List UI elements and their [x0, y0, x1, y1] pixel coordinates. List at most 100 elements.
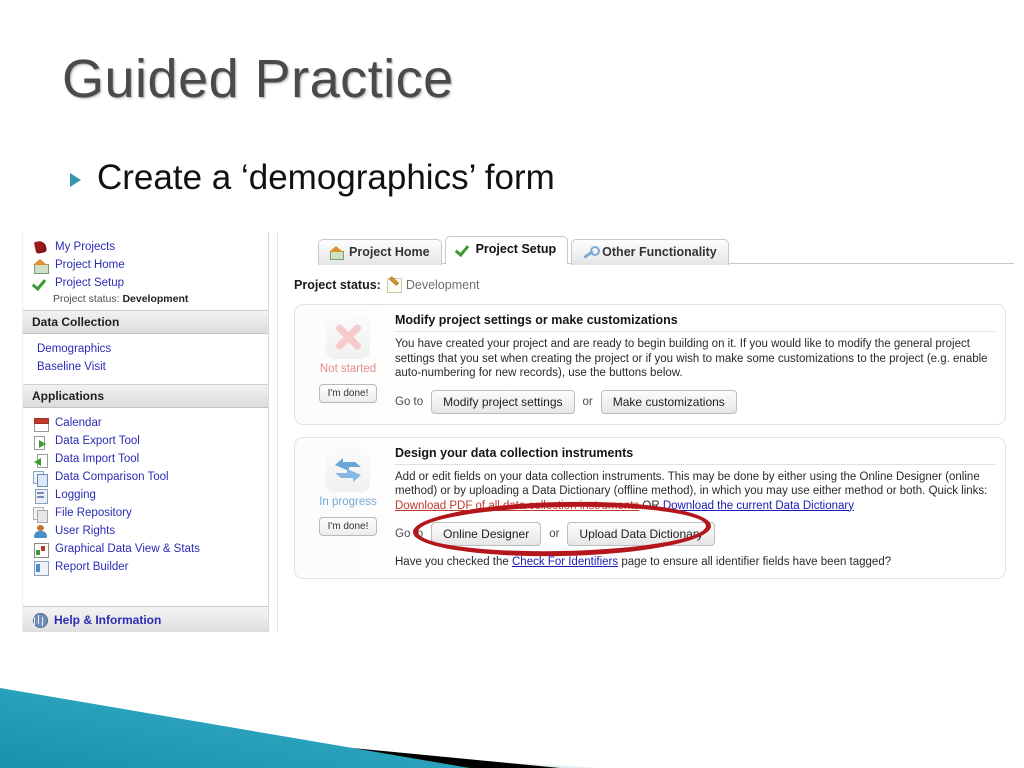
quick-links-label: Quick links:	[928, 485, 988, 497]
tab-project-home[interactable]: Project Home	[318, 239, 442, 265]
slide: Guided Practice Create a ‘demographics’ …	[0, 0, 1024, 768]
tab-other-functionality[interactable]: Other Functionality	[571, 239, 729, 265]
card-title: Modify project settings or make customiz…	[395, 313, 995, 332]
bullet-row: Create a ‘demographics’ form	[70, 158, 555, 198]
sidebar-item-graphical-data-view[interactable]: Graphical Data View & Stats	[23, 540, 268, 558]
sidebar-item-label: Graphical Data View & Stats	[55, 543, 200, 555]
sidebar-header-applications: Applications	[23, 384, 268, 408]
quick-links-or: OR	[642, 499, 660, 512]
wrench-icon	[582, 245, 601, 259]
tab-label: Project Home	[349, 245, 430, 259]
sidebar-item-label: Data Export Tool	[55, 435, 140, 447]
online-designer-button[interactable]: Online Designer	[431, 522, 542, 546]
project-status-value: Development	[405, 277, 480, 292]
sidebar-item-project-home[interactable]: Project Home	[23, 256, 268, 274]
setup-card-design-instruments: In progress I'm done! Design your data c…	[294, 436, 1006, 579]
tab-project-setup[interactable]: Project Setup	[444, 236, 569, 264]
house-icon	[33, 258, 49, 274]
page-title: Guided Practice	[62, 49, 454, 109]
sidebar-item-label: User Rights	[55, 525, 116, 537]
sidebar-group-data-collection: Demographics Baseline Visit	[23, 334, 268, 384]
sidebar-item-label: File Repository	[55, 507, 132, 519]
sidebar-item-help-information[interactable]: Help & Information	[23, 606, 268, 632]
bullet-triangle-icon	[70, 173, 81, 187]
goto-label: Go to	[395, 528, 424, 540]
sidebar: My Projects Project Home Project Setup P…	[22, 232, 269, 632]
green-check-icon	[33, 276, 48, 291]
download-pdf-link[interactable]: Download PDF of all data collection inst…	[395, 500, 639, 512]
project-status-row: Project status: Development	[294, 277, 1014, 293]
sidebar-item-baseline-visit[interactable]: Baseline Visit	[23, 358, 268, 376]
tab-label: Other Functionality	[602, 245, 717, 259]
bookmark-icon	[33, 240, 48, 255]
sidebar-project-status-label: Project status:	[53, 293, 120, 305]
sidebar-item-data-import-tool[interactable]: Data Import Tool	[23, 450, 268, 468]
identifiers-note-pre: Have you checked the	[395, 556, 509, 568]
sidebar-project-status-value: Development	[122, 293, 189, 305]
status-badge: In progress	[319, 495, 377, 508]
sidebar-item-label: Report Builder	[55, 561, 129, 573]
goto-label: Go to	[395, 395, 424, 408]
calendar-icon	[33, 416, 49, 432]
bullet-text: Create a ‘demographics’ form	[97, 158, 555, 197]
bottom-decoration	[0, 688, 600, 768]
user-icon	[33, 524, 48, 539]
sidebar-item-data-export-tool[interactable]: Data Export Tool	[23, 432, 268, 450]
embedded-screenshot: My Projects Project Home Project Setup P…	[22, 232, 1014, 634]
sidebar-item-data-comparison-tool[interactable]: Data Comparison Tool	[23, 468, 268, 487]
sidebar-item-label: Baseline Visit	[37, 361, 106, 373]
card-title: Design your data collection instruments	[395, 446, 995, 465]
sidebar-item-calendar[interactable]: Calendar	[23, 414, 268, 432]
card-action-row: Go to Modify project settings or Make cu…	[395, 389, 995, 414]
sidebar-item-label: Project Setup	[55, 277, 125, 289]
upload-data-dictionary-button[interactable]: Upload Data Dictionary	[567, 522, 715, 546]
sidebar-item-label: Demographics	[37, 343, 112, 355]
green-check-icon	[456, 242, 470, 256]
log-icon	[33, 488, 48, 504]
sidebar-item-user-rights[interactable]: User Rights	[23, 522, 268, 540]
card-status-column: In progress I'm done!	[305, 446, 391, 569]
chart-icon	[33, 542, 49, 558]
sidebar-divider	[270, 232, 278, 632]
grey-pages-icon	[33, 506, 48, 523]
sidebar-item-my-projects[interactable]: My Projects	[23, 238, 268, 256]
house-icon	[329, 245, 344, 260]
sidebar-item-label: Data Comparison Tool	[55, 471, 169, 483]
sidebar-item-logging[interactable]: Logging	[23, 486, 268, 504]
sidebar-project-status: Project status: Development	[23, 292, 268, 310]
im-done-button[interactable]: I'm done!	[318, 384, 378, 403]
sidebar-item-report-builder[interactable]: Report Builder	[23, 558, 268, 576]
help-globe-icon	[32, 612, 48, 628]
sidebar-item-label: Calendar	[55, 417, 102, 429]
download-data-dictionary-link[interactable]: Download the current Data Dictionary	[663, 500, 854, 512]
card-body-line-1: Add or edit fields on your data collecti…	[395, 470, 942, 483]
sidebar-header-data-collection: Data Collection	[23, 310, 268, 334]
tab-label: Project Setup	[475, 242, 557, 256]
card-body-text: You have created your project and are re…	[395, 338, 988, 379]
sidebar-item-label: My Projects	[55, 241, 116, 253]
sidebar-item-label: Data Import Tool	[55, 453, 140, 465]
red-x-icon	[326, 315, 370, 359]
check-for-identifiers-link[interactable]: Check For Identifiers	[512, 556, 618, 568]
setup-card-modify-settings: Not started I'm done! Modify project set…	[294, 304, 1006, 425]
sidebar-item-label: Project Home	[55, 259, 125, 271]
make-customizations-button[interactable]: Make customizations	[600, 389, 737, 414]
modify-project-settings-button[interactable]: Modify project settings	[431, 389, 575, 414]
or-label: or	[549, 528, 560, 540]
sidebar-item-label: Logging	[55, 489, 96, 501]
sidebar-item-project-setup[interactable]: Project Setup	[23, 274, 268, 292]
blue-refresh-icon	[326, 447, 370, 492]
card-status-column: Not started I'm done!	[305, 313, 391, 414]
pencil-icon	[386, 277, 402, 293]
im-done-button[interactable]: I'm done!	[318, 516, 378, 536]
import-icon	[33, 452, 48, 468]
sidebar-item-file-repository[interactable]: File Repository	[23, 504, 268, 523]
sidebar-item-demographics[interactable]: Demographics	[23, 340, 268, 358]
or-label: or	[582, 395, 593, 408]
identifiers-note: Have you checked the Check For Identifie…	[395, 556, 995, 568]
pages-icon	[33, 470, 48, 487]
status-badge: Not started	[319, 363, 377, 375]
tab-bar: Project Home Project Setup Other Functio…	[318, 232, 1014, 265]
export-icon	[33, 434, 48, 450]
report-icon	[33, 560, 49, 576]
